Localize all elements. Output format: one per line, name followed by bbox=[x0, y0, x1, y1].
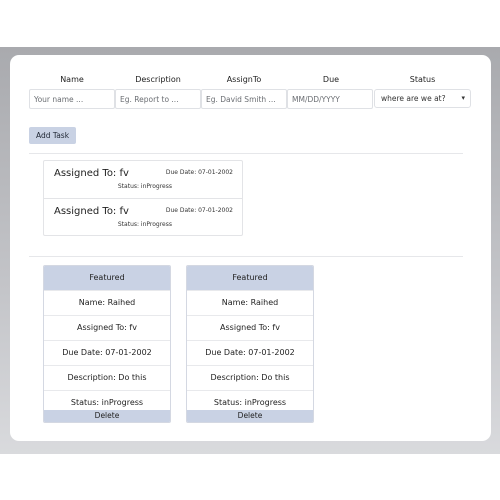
task-list: Assigned To: fv Due Date: 07-01-2002 Sta… bbox=[43, 160, 243, 236]
divider bbox=[29, 256, 463, 257]
list-item-assigned: Assigned To: fv bbox=[54, 206, 129, 217]
card-name: Name: Raihed bbox=[44, 290, 170, 315]
list-item-due: Due Date: 07-01-2002 bbox=[165, 169, 233, 176]
card-description: Description: Do this bbox=[187, 365, 313, 390]
list-item-due: Due Date: 07-01-2002 bbox=[165, 207, 233, 214]
list-item-status: Status: inProgress bbox=[117, 183, 172, 190]
assign-to-label: AssignTo bbox=[226, 75, 262, 84]
delete-button[interactable]: Delete bbox=[44, 410, 170, 422]
card-due: Due Date: 07-01-2002 bbox=[44, 340, 170, 365]
card-assigned: Assigned To: fv bbox=[187, 315, 313, 340]
card-description: Description: Do this bbox=[44, 365, 170, 390]
task-card: Featured Name: Raihed Assigned To: fv Du… bbox=[186, 265, 314, 423]
card-due: Due Date: 07-01-2002 bbox=[187, 340, 313, 365]
status-label: Status bbox=[409, 75, 436, 84]
divider bbox=[29, 153, 463, 154]
list-item-assigned: Assigned To: fv bbox=[54, 168, 129, 179]
due-date-input[interactable] bbox=[287, 89, 373, 109]
card-header: Featured bbox=[187, 266, 313, 290]
assign-to-input[interactable] bbox=[201, 89, 287, 109]
list-item[interactable]: Assigned To: fv Due Date: 07-01-2002 Sta… bbox=[44, 161, 242, 198]
status-select-value: where are we at? bbox=[381, 94, 446, 103]
card-assigned: Assigned To: fv bbox=[44, 315, 170, 340]
name-label: Name bbox=[60, 75, 84, 84]
name-input[interactable] bbox=[29, 89, 115, 109]
task-card: Featured Name: Raihed Assigned To: fv Du… bbox=[43, 265, 171, 423]
card-name: Name: Raihed bbox=[187, 290, 313, 315]
list-item-status: Status: inProgress bbox=[117, 221, 172, 228]
add-task-button[interactable]: Add Task bbox=[29, 127, 76, 144]
description-input[interactable] bbox=[115, 89, 201, 109]
status-select[interactable]: where are we at? ▾ bbox=[374, 89, 471, 108]
card-header: Featured bbox=[44, 266, 170, 290]
description-label: Description bbox=[135, 75, 181, 84]
due-label: Due bbox=[322, 75, 340, 84]
list-item[interactable]: Assigned To: fv Due Date: 07-01-2002 Sta… bbox=[44, 198, 242, 236]
delete-button[interactable]: Delete bbox=[187, 410, 313, 422]
form-labels: Name Description AssignTo Due Status bbox=[0, 75, 500, 87]
chevron-updown-icon: ▾ bbox=[461, 94, 465, 102]
